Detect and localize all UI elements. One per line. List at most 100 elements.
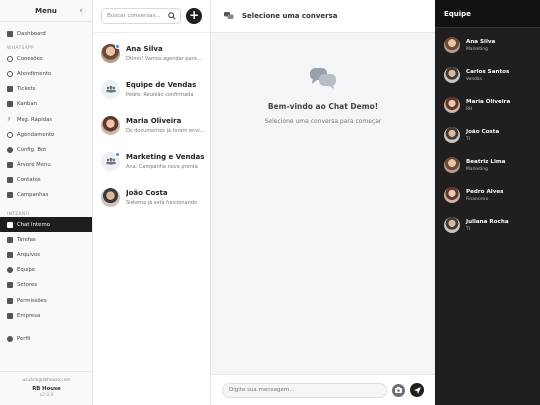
sidebar-item-label: Msg. Rápidas [17, 116, 53, 123]
sidebar-item-config-bot[interactable]: Config. Bot [0, 142, 92, 157]
avatar [101, 43, 120, 63]
avatar [101, 115, 120, 135]
sidebar-item-arquivos[interactable]: Arquivos [0, 247, 92, 262]
member-name: Carlos Santos [466, 68, 510, 75]
sidebar-item-equipe[interactable]: Equipe [0, 263, 92, 278]
group-icon [105, 157, 116, 165]
contacts-icon [7, 177, 13, 184]
sidebar-item-label: Agendamento [17, 131, 55, 138]
message-input[interactable] [222, 382, 387, 398]
conversation-item[interactable]: João Costa Sistema já está funcionando [93, 179, 210, 215]
avatar [444, 187, 460, 203]
section-label-interno: INTERNO [7, 212, 30, 218]
sidebar-item-label: Chat Interno [17, 221, 50, 228]
sidebar-item-arvore-menu[interactable]: Árvore Menu [0, 158, 92, 173]
team-panel: Equipe Ana Silva Marketing Carlos Santos… [435, 0, 540, 405]
sidebar-item-dashboard[interactable]: Dashboard [0, 26, 92, 41]
sidebar-item-label: Config. Bot [17, 146, 47, 153]
section-label-whatsapp: WHATSAPP [7, 46, 35, 52]
avatar [444, 127, 460, 143]
member-role: TI [466, 136, 470, 142]
app-version: v2.0.0 [39, 393, 54, 398]
chat-main-panel: Selecione uma conversa Bem-vindo ao Chat… [211, 0, 435, 405]
team-member[interactable]: Maria Oliveira RH [435, 90, 540, 120]
avatar [101, 151, 120, 171]
member-name: Ana Silva [466, 38, 496, 45]
team-member[interactable]: Pedro Alves Financeiro [435, 180, 540, 210]
plus-icon: + [189, 8, 200, 22]
sidebar-item-label: Atendimento [17, 70, 52, 77]
sidebar-item-conexoes[interactable]: Conexões [0, 51, 92, 66]
chat-header-title: Selecione uma conversa [242, 12, 338, 20]
tree-icon [7, 162, 13, 169]
team-member[interactable]: João Costa TI [435, 120, 540, 150]
team-panel-title: Equipe [435, 0, 540, 28]
team-member[interactable]: Beatriz Lima Marketing [435, 150, 540, 180]
sidebar-item-label: Árvore Menu [17, 162, 51, 169]
sidebar-item-chat-interno[interactable]: Chat Interno [0, 217, 92, 233]
dashboard-icon [7, 30, 13, 37]
app-root: Menu ‹ Dashboard WHATSAPP Conexões Atend… [0, 0, 540, 405]
group-icon [105, 85, 116, 93]
sidebar-item-setores[interactable]: Setores [0, 278, 92, 293]
sidebar-item-label: Conexões [17, 55, 43, 62]
conversation-item[interactable]: Marketing e Vendas Ana: Campanha nova pr… [93, 143, 210, 179]
sidebar-item-tickets[interactable]: Tickets [0, 82, 92, 97]
camera-button[interactable] [392, 383, 405, 397]
conversation-item[interactable]: Equipe de Vendas Pedro: Reunião confirma… [93, 71, 210, 107]
user-email: usuário@rbhouse.com [22, 378, 71, 383]
conversation-preview: Sistema já está funcionando [126, 199, 197, 206]
kanban-icon [7, 101, 13, 108]
conversation-name: Ana Silva [126, 44, 163, 53]
headset-icon [7, 70, 13, 77]
conversation-name: Maria Oliveira [126, 116, 182, 125]
sidebar-item-label: Arquivos [17, 252, 41, 259]
tasks-icon [7, 236, 13, 243]
member-name: João Costa [466, 128, 500, 135]
search-icon[interactable] [168, 12, 176, 20]
sidebar-item-perfil[interactable]: Perfil [0, 331, 92, 346]
welcome-title: Bem-vindo ao Chat Demo! [267, 102, 379, 111]
sidebar-header: Menu ‹ [0, 0, 92, 22]
megaphone-icon [7, 192, 13, 199]
send-button[interactable] [410, 383, 424, 397]
sidebar-item-atendimento[interactable]: Atendimento [0, 66, 92, 81]
sidebar-item-agendamento[interactable]: Agendamento [0, 127, 92, 142]
sidebar-item-label: Contatos [17, 177, 41, 184]
industry-icon [7, 312, 13, 319]
conversation-name: João Costa [126, 188, 168, 197]
conversation-name: Marketing e Vendas [126, 152, 205, 161]
team-member[interactable]: Ana Silva Marketing [435, 30, 540, 60]
sidebar-item-label: Kanban [17, 101, 37, 108]
conversation-preview: Pedro: Reunião confirmada [126, 91, 194, 98]
search-input[interactable] [107, 13, 165, 19]
sidebar-item-campanhas[interactable]: Campanhas [0, 188, 92, 203]
team-member[interactable]: Carlos Santos Vendas [435, 60, 540, 90]
sidebar-item-kanban[interactable]: Kanban [0, 97, 92, 112]
new-conversation-button[interactable]: + [186, 8, 202, 24]
send-icon [413, 386, 421, 394]
sidebar-item-empresa[interactable]: Empresa [0, 308, 92, 323]
robot-icon [7, 146, 13, 153]
sidebar-item-contatos[interactable]: Contatos [0, 173, 92, 188]
conversation-item[interactable]: Maria Oliveira Os documentos já foram en… [93, 107, 210, 143]
team-member[interactable]: Juliana Rocha TI [435, 210, 540, 240]
member-role: TI [466, 226, 470, 232]
bolt-icon: ⚡ [7, 115, 12, 123]
sidebar-item-msg-rapidas[interactable]: ⚡ Msg. Rápidas [0, 112, 92, 127]
sidebar-item-label: Permissões [17, 297, 47, 304]
conversation-search-bar: + [93, 0, 210, 33]
clock-icon [7, 131, 13, 138]
conversation-item[interactable]: Ana Silva Ótimo! Vamos agendar para aman… [93, 35, 210, 71]
avatar [444, 217, 460, 233]
building-icon [7, 282, 13, 289]
online-indicator [115, 151, 120, 157]
collapse-chevron-icon[interactable]: ‹ [76, 5, 86, 17]
sidebar-item-label: Perfil [17, 335, 31, 342]
online-indicator [115, 43, 120, 49]
sidebar-item-permissoes[interactable]: Permissões [0, 293, 92, 308]
sidebar-item-tarefas[interactable]: Tarefas [0, 232, 92, 247]
shield-icon [7, 297, 13, 304]
conversation-preview: Os documentos já foram enviados [126, 127, 206, 134]
sidebar-title: Menu [35, 6, 57, 15]
